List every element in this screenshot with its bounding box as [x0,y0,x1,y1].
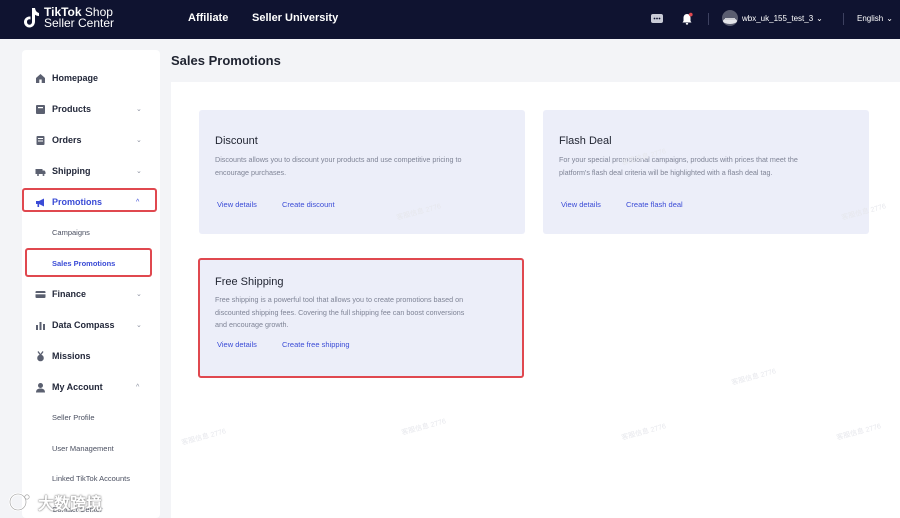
sidebar-item-shipping[interactable]: Shipping ⌄ [22,158,160,184]
chevron-down-icon: ⌄ [136,291,142,298]
discount-card: Discount Discounts allows you to discoun… [199,110,525,234]
sidebar-label: Shipping [52,166,91,176]
topbar-divider [708,13,709,25]
account-name: wbx_uk_155_test_3 [742,13,814,23]
free-shipping-highlight-box [198,258,524,378]
user-icon [36,382,45,392]
top-bar: TikTok Shop Seller Center Affiliate Sell… [0,0,900,39]
language-selector[interactable]: English ⌄ [857,14,893,23]
sidebar-sublabel: Linked TikTok Accounts [52,473,130,483]
sidebar-item-orders[interactable]: Orders ⌄ [22,127,160,153]
sidebar-label: Missions [52,351,91,361]
view-details-link[interactable]: View details [217,200,257,209]
card-description: For your special promotional campaigns, … [559,154,859,179]
chevron-down-icon: ⌄ [136,137,142,144]
sidebar-label: Data Compass [52,320,115,330]
sidebar-label: Finance [52,289,87,299]
tiktok-logo-icon [24,8,39,28]
card-title: Flash Deal [559,135,612,147]
topbar-divider [843,13,844,25]
orders-icon [36,135,45,145]
message-icon[interactable] [650,12,664,26]
sidebar-label: My Account [52,382,103,392]
bell-icon[interactable] [680,12,694,26]
watermark: 客服信息 2776 [835,423,882,442]
sidebar: Homepage Products ⌄ Orders ⌄ Shipping ⌄ … [22,50,160,518]
sidebar-item-products[interactable]: Products ⌄ [22,96,160,122]
logo-seller-center-text: Seller Center [44,16,115,30]
watermark: 客服信息 2776 [620,423,667,442]
account-menu[interactable]: wbx_uk_155_test_3 ⌄ [722,10,823,26]
view-details-link[interactable]: View details [561,200,601,209]
card-desc-line: encourage purchases. [215,167,287,177]
sidebar-subitem-campaigns[interactable]: Campaigns [22,219,160,245]
brand-mark-icon [8,492,30,512]
sales-promotions-highlight-box [25,248,152,277]
create-flash-deal-link[interactable]: Create flash deal [626,200,683,209]
bottom-brand-text: 大数跨境 [38,496,103,513]
nav-seller-university[interactable]: Seller University [252,12,338,24]
chevron-up-icon: ^ [136,383,140,391]
chevron-down-icon: ⌄ [816,13,823,23]
promotions-highlight-box [22,188,157,212]
sidebar-subitem-seller-profile[interactable]: Seller Profile [22,404,160,430]
create-discount-link[interactable]: Create discount [282,200,335,209]
sidebar-label: Homepage [52,73,99,83]
promotions-panel: Discount Discounts allows you to discoun… [171,82,900,518]
sidebar-item-missions[interactable]: Missions [22,343,160,369]
sidebar-sublabel: User Management [52,443,114,453]
sidebar-item-data-compass[interactable]: Data Compass ⌄ [22,312,160,338]
flash-deal-card: Flash Deal For your special promotional … [543,110,869,234]
card-icon [35,290,46,298]
tiktok-shop-logo[interactable]: TikTok Shop Seller Center [22,6,114,30]
watermark: 客服信息 2776 [400,418,447,437]
page-title: Sales Promotions [171,53,281,68]
sidebar-item-finance[interactable]: Finance ⌄ [22,281,160,307]
sidebar-item-homepage[interactable]: Homepage [22,65,160,91]
chevron-down-icon: ⌄ [886,14,893,23]
chevron-down-icon: ⌄ [136,168,142,175]
sidebar-sublabel: Seller Profile [52,412,95,422]
card-description: Discounts allows you to discount your pr… [215,154,515,179]
home-icon [36,73,45,83]
chart-icon [36,321,45,330]
card-desc-line: Discounts allows you to discount your pr… [215,155,462,164]
card-desc-line: platform's flash deal criteria will be h… [559,167,773,177]
sidebar-label: Products [52,104,92,114]
truck-icon [35,168,46,176]
sidebar-subitem-user-management[interactable]: User Management [22,435,160,461]
sidebar-subitem-linked-tiktok-accounts[interactable]: Linked TikTok Accounts [22,465,160,491]
sidebar-label: Orders [52,135,82,145]
bottom-brand-watermark: 大数跨境 [8,490,102,514]
nav-affiliate[interactable]: Affiliate [188,12,228,24]
card-desc-line: For your special promotional campaigns, … [559,155,798,164]
watermark: 客服信息 2776 [180,428,227,447]
card-title: Discount [215,135,258,147]
sidebar-sublabel: Campaigns [52,227,90,237]
products-icon [36,104,45,114]
language-label: English [857,14,884,23]
watermark: 客服信息 2776 [730,368,777,387]
chevron-down-icon: ⌄ [136,106,142,113]
medal-icon [37,350,44,361]
avatar [722,10,738,26]
chevron-down-icon: ⌄ [136,322,142,329]
sidebar-item-my-account[interactable]: My Account ^ [22,374,160,400]
